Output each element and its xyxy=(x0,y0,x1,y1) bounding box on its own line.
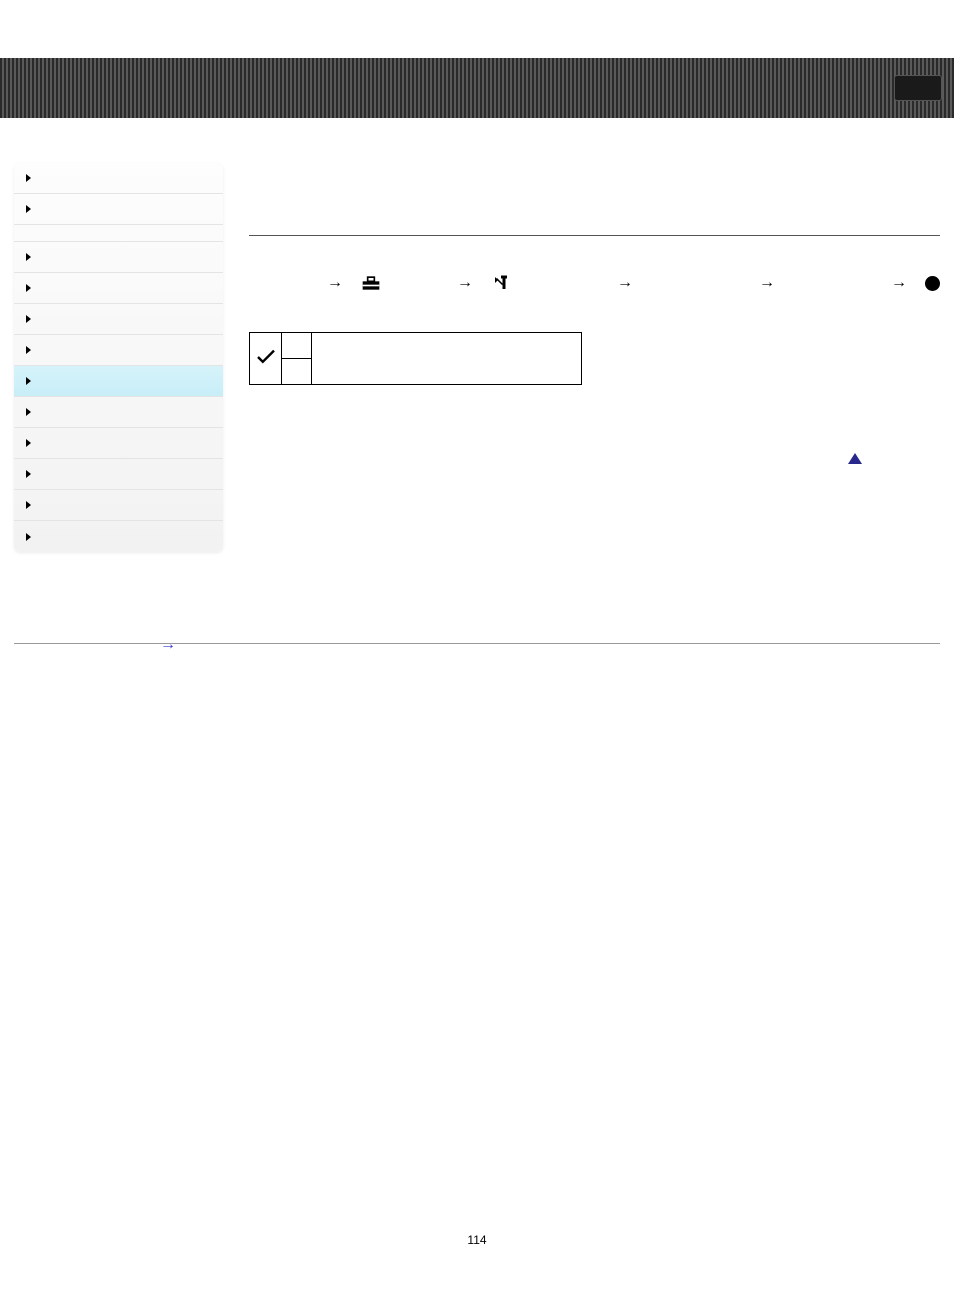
chevron-right-icon xyxy=(26,346,31,354)
sidebar-item-7[interactable] xyxy=(14,397,223,428)
chevron-right-icon xyxy=(26,377,31,385)
chevron-right-icon xyxy=(26,253,31,261)
breadcrumb-path: → → → → → xyxy=(249,274,940,292)
content-area: → → → → → xyxy=(223,163,940,552)
table-cell-a2 xyxy=(282,359,312,385)
chevron-right-icon xyxy=(26,470,31,478)
checkmark-icon xyxy=(256,354,276,368)
sidebar-item-9[interactable] xyxy=(14,459,223,490)
record-dot-icon xyxy=(925,276,940,291)
back-to-top[interactable] xyxy=(249,453,940,464)
sidebar-more-arrow-icon[interactable]: → xyxy=(160,636,176,654)
tools-icon xyxy=(491,274,511,292)
chevron-right-icon xyxy=(26,205,31,213)
arrow-right-icon: → xyxy=(891,274,907,292)
toolbox-icon xyxy=(361,274,381,292)
chevron-right-icon xyxy=(26,408,31,416)
sidebar-item-5[interactable] xyxy=(14,335,223,366)
settings-table xyxy=(249,332,582,385)
chevron-right-icon xyxy=(26,174,31,182)
chevron-right-icon xyxy=(26,533,31,541)
arrow-right-icon: → xyxy=(457,274,473,292)
sidebar-item-11[interactable] xyxy=(14,521,223,552)
sidebar xyxy=(14,163,223,552)
sidebar-item-3[interactable] xyxy=(14,273,223,304)
arrow-right-icon: → xyxy=(327,274,343,292)
main-layout: → → → → → xyxy=(0,163,954,552)
arrow-right-icon: → xyxy=(617,274,633,292)
section-rule xyxy=(249,235,940,236)
chevron-right-icon xyxy=(26,501,31,509)
check-cell xyxy=(250,333,282,385)
sidebar-item-1[interactable] xyxy=(14,194,223,225)
table-row xyxy=(250,333,582,359)
chevron-right-icon xyxy=(26,315,31,323)
table-cell-b xyxy=(312,333,582,385)
sidebar-item-6[interactable] xyxy=(14,366,223,397)
sidebar-gap xyxy=(14,225,223,242)
footer-rule xyxy=(14,643,940,644)
header-badge-box xyxy=(894,75,942,101)
sidebar-item-8[interactable] xyxy=(14,428,223,459)
chevron-right-icon xyxy=(26,284,31,292)
table-cell-a1 xyxy=(282,333,312,359)
header-band xyxy=(0,58,954,118)
sidebar-item-2[interactable] xyxy=(14,242,223,273)
page-number: 114 xyxy=(0,1233,954,1247)
chevron-right-icon xyxy=(26,439,31,447)
sidebar-item-10[interactable] xyxy=(14,490,223,521)
triangle-up-icon xyxy=(848,453,862,464)
sidebar-item-0[interactable] xyxy=(14,163,223,194)
sidebar-item-4[interactable] xyxy=(14,304,223,335)
arrow-right-icon: → xyxy=(759,274,775,292)
